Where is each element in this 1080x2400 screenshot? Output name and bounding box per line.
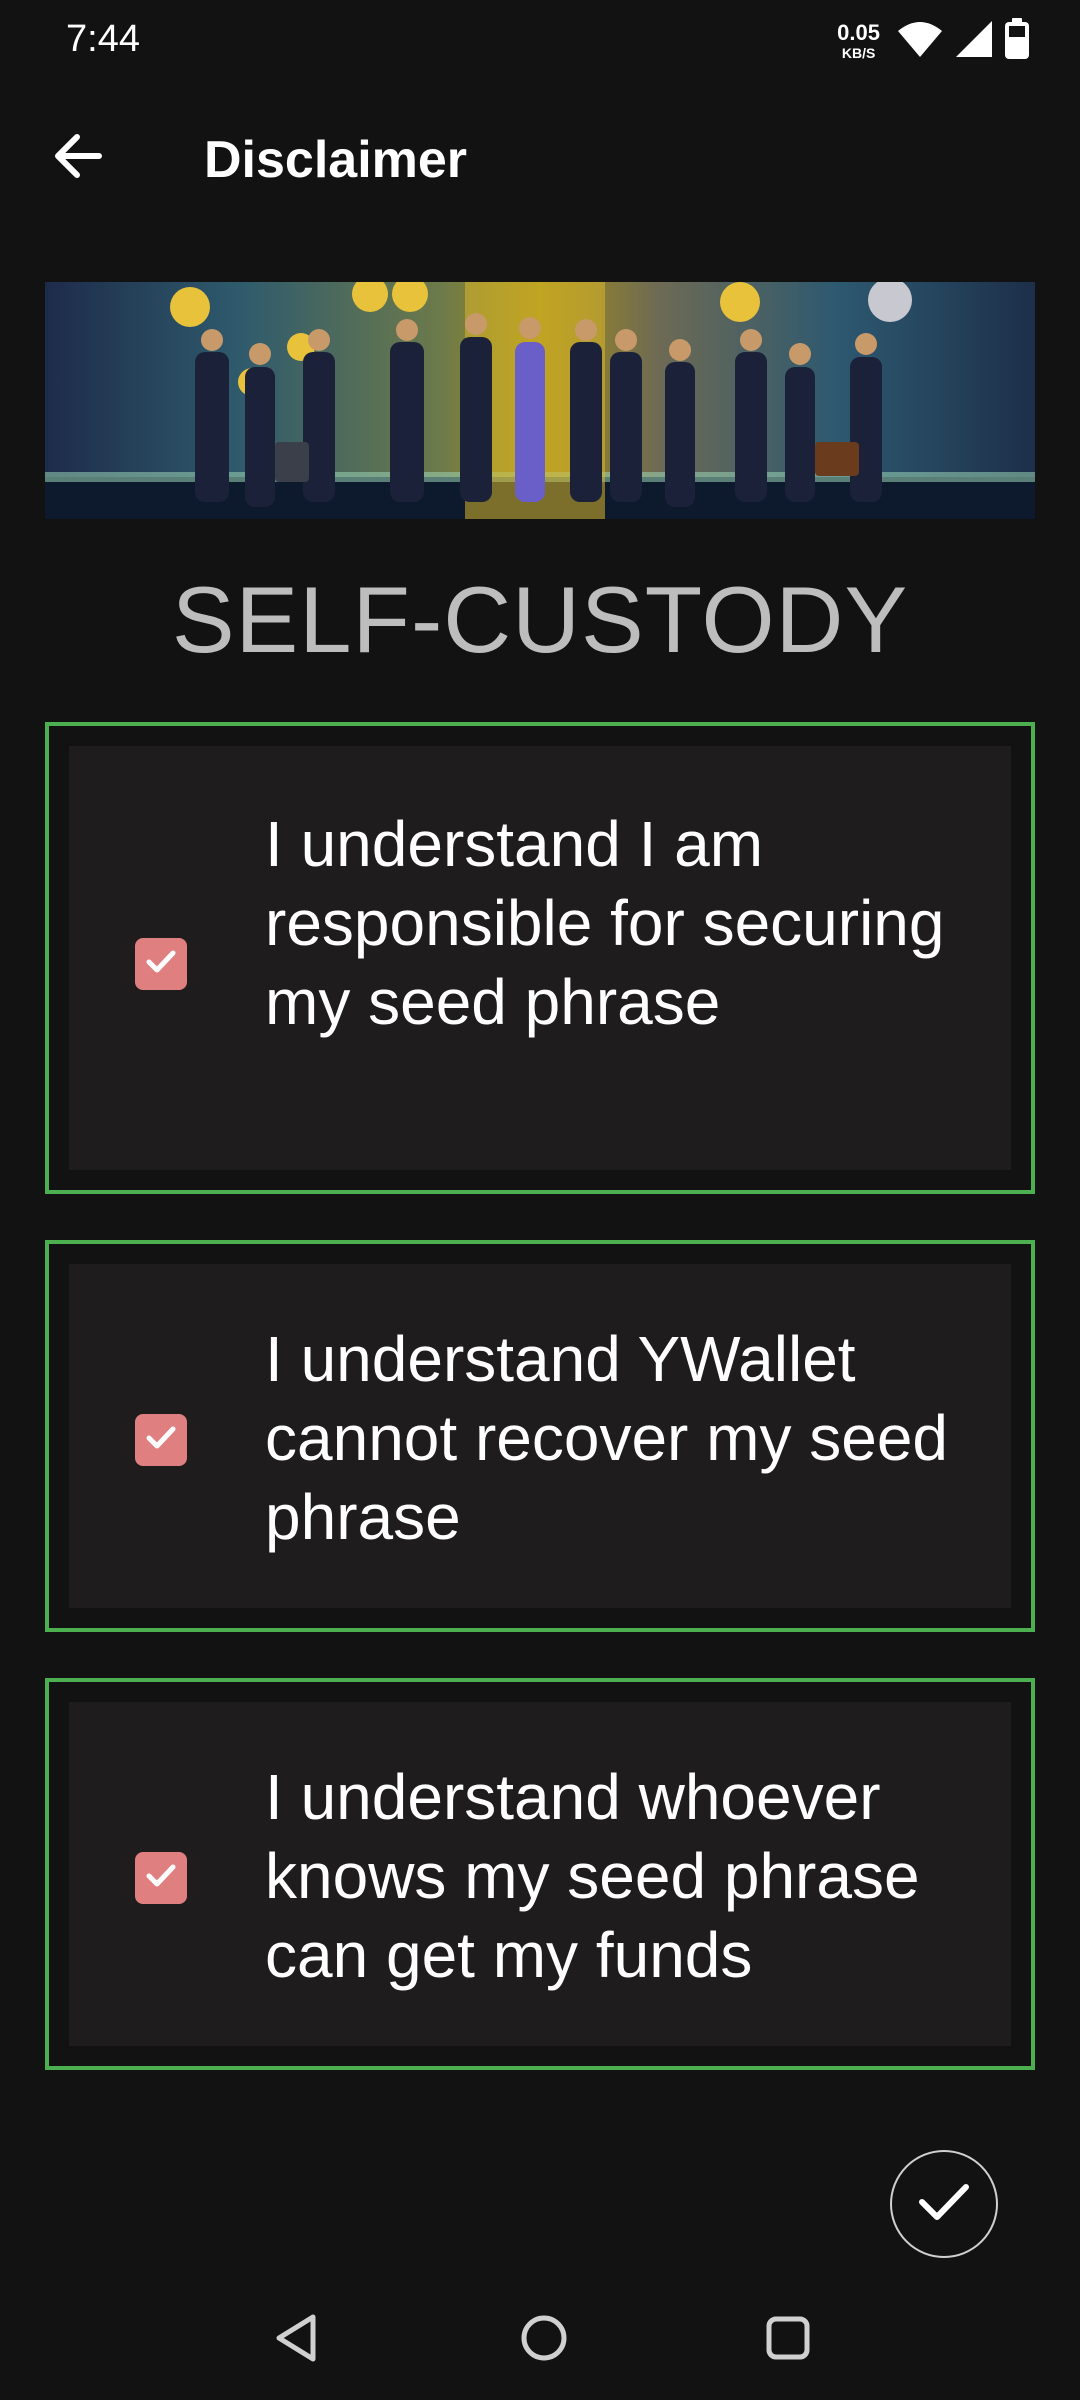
checklist-text-2: I understand YWallet cannot recover my s… xyxy=(265,1323,948,1553)
battery-icon xyxy=(1004,17,1030,65)
nav-home-button[interactable] xyxy=(514,2310,574,2370)
banner-image xyxy=(45,282,1035,519)
status-bar: 7:44 0.05 KB/S xyxy=(0,0,1080,80)
confirm-button[interactable] xyxy=(890,2150,998,2258)
network-speed-value: 0.05 xyxy=(837,20,880,45)
nav-recents-button[interactable] xyxy=(758,2310,818,2370)
check-icon xyxy=(917,2180,971,2229)
checkbox-1[interactable] xyxy=(135,938,187,990)
back-triangle-icon xyxy=(273,2313,319,2368)
home-circle-icon xyxy=(519,2313,569,2368)
status-time: 7:44 xyxy=(66,18,140,60)
check-icon xyxy=(142,1857,180,1900)
checkbox-3[interactable] xyxy=(135,1852,187,1904)
navigation-bar xyxy=(0,2280,1080,2400)
check-icon xyxy=(142,943,180,986)
page-title: Disclaimer xyxy=(204,131,468,189)
network-speed-unit: KB/S xyxy=(841,45,876,61)
network-speed: 0.05 KB/S xyxy=(837,20,880,61)
arrow-left-icon xyxy=(53,133,103,184)
signal-icon xyxy=(954,19,994,64)
check-icon xyxy=(142,1419,180,1462)
wifi-icon xyxy=(896,19,944,64)
back-button[interactable] xyxy=(38,118,118,198)
checklist-text-3: I understand whoever knows my seed phras… xyxy=(265,1761,920,1991)
status-icons: 0.05 KB/S xyxy=(837,16,1030,66)
checkbox-2[interactable] xyxy=(135,1414,187,1466)
checklist-card-1[interactable]: I understand I am responsible for securi… xyxy=(45,722,1035,1194)
checklist-text-1: I understand I am responsible for securi… xyxy=(265,808,945,1038)
recents-square-icon xyxy=(764,2314,812,2367)
checklist-card-3[interactable]: I understand whoever knows my seed phras… xyxy=(45,1678,1035,2070)
nav-back-button[interactable] xyxy=(266,2310,326,2370)
app-bar: Disclaimer xyxy=(0,100,1080,220)
checklist-card-2[interactable]: I understand YWallet cannot recover my s… xyxy=(45,1240,1035,1632)
section-heading: SELF-CUSTODY xyxy=(171,567,909,672)
